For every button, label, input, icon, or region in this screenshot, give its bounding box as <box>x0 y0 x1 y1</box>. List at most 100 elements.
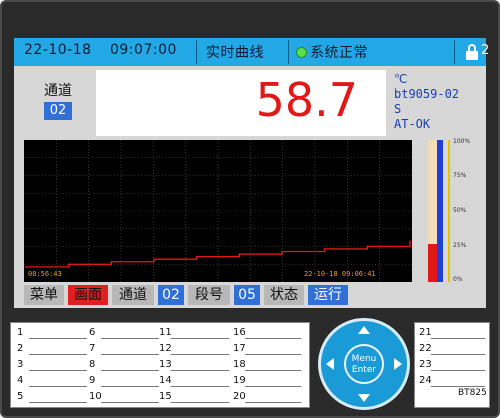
channel-tag: bt9059-02 <box>394 87 460 101</box>
label-slot-line <box>431 338 485 339</box>
label-slot-line <box>171 386 229 387</box>
label-slot-number: 13 <box>159 359 172 370</box>
page-title: 实时曲线 <box>206 45 264 61</box>
gauge-fill <box>428 243 437 282</box>
label-slot-line <box>431 354 485 355</box>
arrow-right-icon[interactable] <box>394 358 402 370</box>
label-slot-line <box>171 338 229 339</box>
arrow-up-icon[interactable] <box>358 326 370 334</box>
label-slot-line <box>245 338 301 339</box>
screen-button[interactable]: 画面 <box>68 285 108 305</box>
series-point <box>153 258 155 260</box>
label-slot-number: 4 <box>17 375 24 386</box>
trend-chart: 08:56:43 22-10-18 09:06:41 <box>24 140 412 282</box>
gauge-tick-label: 25% <box>453 242 467 249</box>
label-slot-line <box>101 386 159 387</box>
label-slot-number: 5 <box>17 391 24 402</box>
gauge-scale-line <box>448 140 450 282</box>
model-name: BT825 <box>458 388 487 398</box>
chart-start-time: 08:56:43 <box>28 270 62 278</box>
arrow-down-icon[interactable] <box>358 394 370 402</box>
label-slot-line <box>431 386 485 387</box>
label-slot-number: 1 <box>17 327 24 338</box>
label-slot-line <box>171 402 229 403</box>
series-point <box>25 266 27 268</box>
label-slot-line <box>171 370 229 371</box>
label-slot-number: 11 <box>159 327 172 338</box>
gauge-tick-label: 50% <box>453 207 467 214</box>
channel-info: ℃ bt9059-02 S AT-OK <box>394 72 459 132</box>
label-slot-line <box>29 354 87 355</box>
label-slot-number: 7 <box>89 343 96 354</box>
label-slot-number: 14 <box>159 375 172 386</box>
menu-enter-button[interactable]: Menu Enter <box>344 344 384 384</box>
unit-label: ℃ <box>394 72 408 86</box>
label-slot-number: 17 <box>233 343 246 354</box>
label-slot-number: 9 <box>89 375 96 386</box>
series-point <box>366 245 369 248</box>
label-slot-line <box>245 370 301 371</box>
label-slot-number: 21 <box>419 327 432 338</box>
label-slot-number: 19 <box>233 375 246 386</box>
channel-select[interactable]: 02 <box>158 285 184 305</box>
label-slot-number: 24 <box>419 375 432 386</box>
header-time: 09:07:00 <box>110 42 177 58</box>
lock-icon[interactable] <box>466 44 478 60</box>
label-slot-line <box>171 354 229 355</box>
label-slot-line <box>29 402 87 403</box>
label-slot-number: 8 <box>89 359 96 370</box>
label-slot-number: 18 <box>233 359 246 370</box>
segment-select[interactable]: 05 <box>234 285 260 305</box>
system-status: 系统正常 <box>310 45 368 61</box>
label-slot-number: 16 <box>233 327 246 338</box>
navigation-pad: Menu Enter <box>318 318 410 410</box>
chart-end-time: 22-10-18 09:06:41 <box>304 270 376 278</box>
label-slot-line <box>101 354 159 355</box>
measured-value: 58.7 <box>255 73 358 127</box>
label-slot-number: 2 <box>17 343 24 354</box>
bar-gauge: 100% 75% 50% 25% 0% <box>422 138 480 283</box>
lock-count: 2 <box>481 43 490 58</box>
label-slot-line <box>29 386 87 387</box>
label-slot-number: 3 <box>17 359 24 370</box>
series-point <box>409 240 411 243</box>
label-slot-line <box>245 386 301 387</box>
series-point <box>281 250 283 253</box>
series-point <box>195 255 198 258</box>
label-slot-line <box>431 370 485 371</box>
label-slot-number: 10 <box>89 391 102 402</box>
gauge-tick-label: 100% <box>453 138 471 145</box>
label-slot-number: 12 <box>159 343 172 354</box>
tune-status: AT-OK <box>394 117 431 131</box>
channel-button[interactable]: 通道 <box>112 285 154 305</box>
value-panel: 58.7 <box>96 70 386 136</box>
run-button[interactable]: 运行 <box>308 285 348 305</box>
series-point <box>238 253 241 255</box>
state-button[interactable]: 状态 <box>264 285 304 305</box>
header-divider <box>454 40 455 64</box>
label-slot-line <box>29 338 87 339</box>
label-slot-number: 23 <box>419 359 432 370</box>
label-slot-line <box>101 370 159 371</box>
gauge-setpoint-bar <box>437 140 443 282</box>
label-slot-number: 15 <box>159 391 172 402</box>
label-slot-number: 22 <box>419 343 432 354</box>
gauge-tick-label: 0% <box>453 276 463 283</box>
series-point <box>67 263 70 266</box>
segment-button[interactable]: 段号 <box>188 285 230 305</box>
header-date: 22-10-18 <box>24 42 92 58</box>
arrow-left-icon[interactable] <box>326 358 334 370</box>
channel-line3: S <box>394 102 402 116</box>
header-divider <box>288 40 289 64</box>
label-slot-number: 20 <box>233 391 246 402</box>
channel-number[interactable]: 02 <box>44 102 72 120</box>
label-slot-line <box>101 338 159 339</box>
series-point <box>110 260 113 263</box>
menu-button[interactable]: 菜单 <box>24 285 64 305</box>
channel-label: 通道 <box>44 83 72 99</box>
gauge-tick-label: 75% <box>453 172 467 179</box>
label-strip-panel: 1 2 3 4 5 6 7 8 9 10 11 12 13 14 15 16 17 18 19 20 <box>10 322 310 408</box>
status-header: 22-10-18 09:07:00 实时曲线 系统正常 2 <box>14 38 489 66</box>
label-slot-line <box>245 402 301 403</box>
header-divider <box>196 40 197 64</box>
